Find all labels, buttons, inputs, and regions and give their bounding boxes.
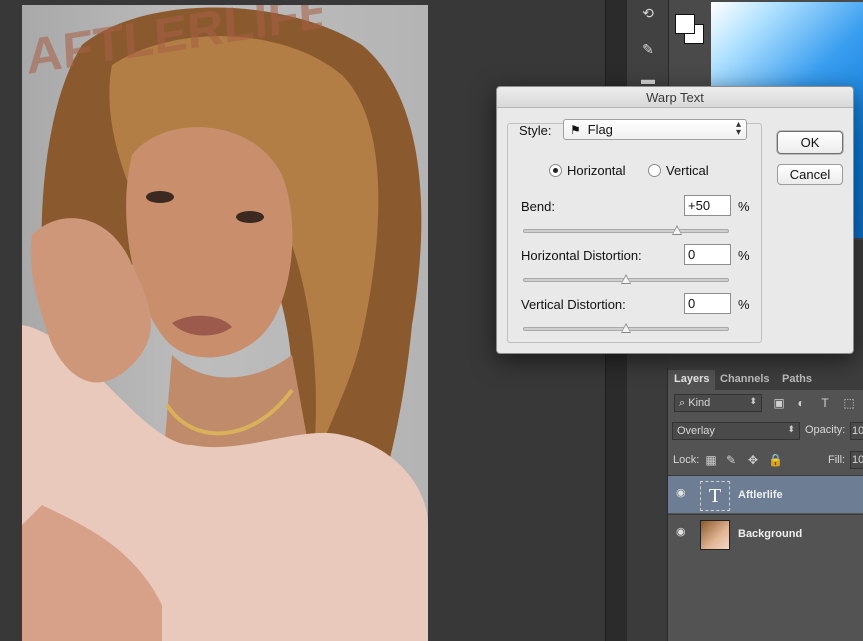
warp-text-dialog: Warp Text Style: ⚑ Flag ▴ ▾ Horizontal Ve…	[496, 86, 854, 354]
image-layer-thumbnail	[700, 520, 730, 550]
lock-label: Lock:	[673, 454, 700, 466]
chevron-icon: ⬍	[787, 424, 795, 434]
warped-text: AFTLERLIFE	[25, 5, 322, 85]
style-value: Flag	[587, 122, 613, 137]
style-label: Style:	[519, 123, 552, 138]
radio-dot	[648, 164, 661, 177]
horizontal-distortion-unit: %	[738, 248, 750, 263]
vertical-distortion-unit: %	[738, 297, 750, 312]
blend-mode-select[interactable]: Overlay ⬍	[672, 422, 800, 440]
bend-label: Bend:	[521, 199, 555, 214]
bend-slider-thumb[interactable]	[672, 225, 682, 235]
bend-unit: %	[738, 199, 750, 214]
filter-shape-icon[interactable]: ⬚	[842, 396, 856, 410]
radio-vertical-label: Vertical	[666, 163, 709, 178]
fill-label: Fill:	[828, 454, 846, 466]
vertical-distortion-field[interactable]: 0	[684, 293, 731, 314]
layer-row-aftlerlife[interactable]: ◉ T Aftlerlife	[668, 475, 863, 513]
layer-filter-kind[interactable]: ⌕ Kind ⬍	[674, 394, 762, 412]
layer-name: Background	[738, 528, 803, 540]
foreground-color-swatch[interactable]	[675, 14, 695, 34]
radio-horizontal[interactable]: Horizontal	[549, 163, 626, 178]
fill-field[interactable]: 10	[850, 451, 863, 469]
tab-paths[interactable]: Paths	[776, 370, 818, 390]
tab-channels[interactable]: Channels	[714, 370, 776, 390]
layers-panel: Layers Channels Paths ⌕ Kind ⬍ ▣ ◐ T ⬚ O…	[667, 368, 863, 641]
layer-row-background[interactable]: ◉ Background	[668, 514, 863, 552]
brush-presets-icon[interactable]: ✎	[639, 40, 657, 58]
warped-text-layer[interactable]: AFTLERLIFE	[22, 5, 322, 85]
bend-field[interactable]: +50	[684, 195, 731, 216]
horizontal-distortion-slider[interactable]	[523, 274, 729, 284]
layers-panel-tabs: Layers Channels Paths	[668, 368, 863, 390]
lock-transparent-icon[interactable]: ▦	[704, 453, 718, 467]
mini-toolbar: ⟲ ✎ ▬	[627, 0, 669, 95]
radio-vertical[interactable]: Vertical	[648, 163, 709, 178]
portrait-photo	[22, 7, 428, 641]
bend-slider[interactable]	[523, 225, 729, 235]
radio-horizontal-label: Horizontal	[567, 163, 626, 178]
filter-kind-label: Kind	[688, 397, 711, 409]
chevron-updown-icon: ▴ ▾	[735, 119, 741, 138]
blend-mode-value: Overlay	[677, 425, 715, 437]
filter-pixel-icon[interactable]: ▣	[772, 396, 786, 410]
document-image[interactable]: AFTLERLIFE	[22, 5, 428, 641]
cancel-button[interactable]: Cancel	[777, 164, 843, 185]
vertical-distortion-slider[interactable]	[523, 323, 729, 333]
eye-icon[interactable]: ◉	[676, 527, 690, 538]
filter-adjustment-icon[interactable]: ◐	[794, 396, 808, 410]
lock-all-icon[interactable]: 🔒	[768, 453, 783, 467]
horizontal-distortion-field[interactable]: 0	[684, 244, 731, 265]
tab-layers[interactable]: Layers	[668, 370, 716, 390]
style-select[interactable]: ⚑ Flag ▴ ▾	[563, 119, 747, 140]
layer-name: Aftlerlife	[738, 489, 783, 501]
flag-icon: ⚑	[570, 123, 581, 137]
vertical-distortion-label: Vertical Distortion:	[521, 297, 626, 312]
chevron-icon: ⬍	[749, 396, 757, 406]
opacity-field[interactable]: 10	[850, 422, 863, 440]
horizontal-distortion-label: Horizontal Distortion:	[521, 248, 642, 263]
lock-image-icon[interactable]: ✎	[724, 453, 738, 467]
radio-dot-selected	[549, 164, 562, 177]
eye-icon[interactable]: ◉	[676, 488, 690, 499]
opacity-label: Opacity:	[805, 424, 846, 436]
dialog-title: Warp Text	[497, 87, 853, 108]
filter-type-icon[interactable]: T	[818, 396, 832, 410]
horizontal-distortion-slider-thumb[interactable]	[621, 274, 631, 284]
lock-position-icon[interactable]: ✥	[746, 453, 760, 467]
text-layer-thumbnail: T	[700, 481, 730, 511]
search-icon: ⌕	[679, 397, 686, 409]
vertical-distortion-slider-thumb[interactable]	[621, 323, 631, 333]
ok-button[interactable]: OK	[777, 131, 843, 154]
history-icon[interactable]: ⟲	[639, 4, 657, 22]
